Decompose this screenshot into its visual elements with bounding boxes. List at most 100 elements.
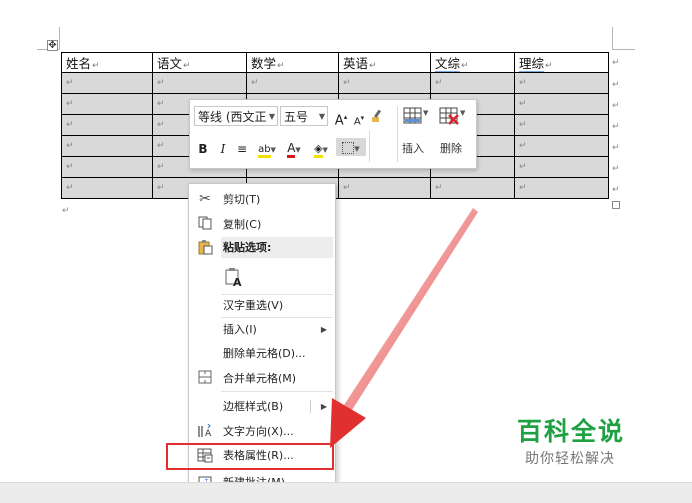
bold-button[interactable]: B — [195, 140, 211, 158]
row-end-mark: ↵ — [612, 122, 620, 132]
paste-text-only-icon: A — [225, 268, 243, 289]
header-cell-chinese[interactable]: 语文↵ — [152, 52, 247, 73]
table-cell[interactable]: ↵ — [514, 72, 609, 94]
insert-table-button[interactable]: ▼ — [400, 106, 432, 132]
menu-separator — [221, 391, 333, 392]
shrink-font-button[interactable]: A▾ — [352, 109, 366, 127]
row-end-mark: ↵ — [612, 58, 620, 68]
menu-item-cut[interactable]: ✂ 剪切(T) — [189, 189, 335, 210]
menu-item-delete-cells[interactable]: 删除单元格(D)... — [189, 343, 335, 364]
menu-separator — [221, 317, 333, 318]
menu-item-label: 粘贴选项: — [223, 241, 272, 254]
menu-item-copy[interactable]: 复制(C) — [189, 214, 335, 235]
font-color-button[interactable]: A▼ — [282, 139, 306, 158]
copy-icon — [197, 216, 213, 232]
mini-toolbar: 等线 (西文正 ▼ 五号 ▼ A▴ A▾ B I ≡ ab▼ A▼ ◈▼ ▼ ▼ — [189, 99, 477, 169]
delete-table-button[interactable]: ▼ — [436, 106, 470, 132]
svg-text:▼: ▼ — [460, 109, 466, 117]
table-cell[interactable]: ↵ — [152, 72, 247, 94]
font-name-value: 等线 (西文正 — [198, 110, 267, 124]
menu-item-border-styles[interactable]: 边框样式(B) ▶ — [189, 396, 335, 417]
shading-button[interactable]: ◈▼ — [308, 139, 334, 158]
insert-label[interactable]: 插入 — [402, 140, 424, 156]
delete-label[interactable]: 删除 — [440, 140, 462, 156]
table-cell[interactable]: ↵ — [430, 72, 515, 94]
menu-item-insert[interactable]: 插入(I) ▶ — [189, 319, 335, 340]
watermark-subtitle: 助你轻松解决 — [525, 451, 615, 467]
highlight-color-button[interactable]: ab▼ — [254, 139, 280, 158]
table-cell[interactable]: ↵ — [246, 72, 339, 94]
menu-item-label: 合并单元格(M) — [223, 372, 297, 385]
borders-button[interactable]: ▼ — [336, 138, 366, 156]
annotation-highlight-box — [166, 443, 334, 470]
delete-table-icon: ▼ — [439, 107, 466, 125]
header-label: 数学 — [251, 56, 277, 71]
header-cell-english[interactable]: 英语↵ — [338, 52, 431, 73]
format-painter-button[interactable] — [369, 108, 387, 126]
menu-item-label: 插入(I) — [223, 323, 257, 336]
row-end-mark: ↵ — [612, 101, 620, 111]
menu-item-label: 剪切(T) — [223, 193, 261, 206]
table-move-handle[interactable]: ✥ — [47, 40, 58, 51]
italic-button[interactable]: I — [215, 140, 231, 158]
row-end-mark: ↵ — [612, 80, 620, 90]
header-cell-liberal-arts[interactable]: 文综↵ — [430, 52, 515, 73]
table-resize-handle[interactable] — [612, 201, 620, 209]
header-cell-name[interactable]: 姓名↵ — [61, 52, 153, 73]
table-cell[interactable]: ↵ — [61, 135, 153, 157]
menu-item-label: 复制(C) — [223, 218, 262, 231]
paste-icon — [197, 239, 213, 255]
toolbar-divider — [397, 106, 398, 162]
table-cell[interactable]: ↵ — [61, 93, 153, 115]
grow-font-icon: A — [334, 113, 344, 129]
paste-text-only-button[interactable]: A — [189, 264, 335, 292]
table-cell[interactable]: ↵ — [430, 177, 515, 199]
table-cell[interactable]: ↵ — [514, 93, 609, 115]
split-divider — [310, 400, 311, 413]
table-cell[interactable]: ↵ — [514, 114, 609, 136]
paragraph-mark: ↵ — [92, 61, 100, 71]
table-cell[interactable]: ↵ — [61, 177, 153, 199]
table-cell[interactable]: ↵ — [514, 135, 609, 157]
font-size-select[interactable]: 五号 ▼ — [280, 106, 328, 126]
grow-font-button[interactable]: A▴ — [333, 108, 349, 129]
borders-icon — [342, 141, 355, 154]
svg-text:A: A — [233, 276, 242, 288]
scissors-icon: ✂ — [199, 191, 211, 207]
table-cell[interactable]: ↵ — [61, 114, 153, 136]
menu-item-label: 文字方向(X)... — [223, 425, 294, 438]
header-cell-science[interactable]: 理综↵ — [514, 52, 609, 73]
table-cell[interactable]: ↵ — [338, 177, 431, 199]
document-page: ✥ 姓名↵ 语文↵ 数学↵ 英语↵ 文综↵ 理综↵ ↵ ↵ ↵ ↵ ↵ ↵ ↵ ↵ ↵ ↵ ↵ ↵ … — [0, 0, 692, 497]
paragraph-mark: ↵ — [369, 61, 377, 71]
menu-item-merge-cells[interactable]: 合并单元格(M) — [189, 368, 335, 389]
menu-item-label: 删除单元格(D)... — [223, 347, 306, 360]
row-end-mark: ↵ — [612, 143, 620, 153]
table-cell[interactable]: ↵ — [514, 156, 609, 178]
menu-item-label: 汉字重选(V) — [223, 299, 284, 312]
table-cell[interactable]: ↵ — [338, 72, 431, 94]
menu-item-text-direction[interactable]: A 文字方向(X)... — [189, 421, 335, 442]
svg-text:▼: ▼ — [423, 109, 429, 117]
table-cell[interactable]: ↵ — [61, 72, 153, 94]
align-button[interactable]: ≡ — [234, 140, 250, 158]
paragraph-mark: ↵ — [277, 61, 285, 71]
text-direction-icon: A — [197, 423, 213, 439]
menu-item-label: 边框样式(B) — [223, 400, 284, 413]
table-header-row: 姓名↵ 语文↵ 数学↵ 英语↵ 文综↵ 理综↵ — [61, 52, 609, 73]
shrink-font-icon: A — [353, 116, 361, 128]
menu-item-reconvert[interactable]: 汉字重选(V) — [189, 295, 335, 316]
header-label: 理综 — [519, 56, 545, 72]
submenu-arrow-icon: ▶ — [320, 325, 327, 334]
font-size-value: 五号 — [284, 110, 309, 124]
row-end-mark: ↵ — [612, 185, 620, 195]
table-cell[interactable]: ↵ — [61, 156, 153, 178]
toolbar-divider — [369, 130, 370, 162]
insert-rows-icon: ▼ — [403, 107, 429, 124]
svg-text:A: A — [205, 429, 212, 439]
table-cell[interactable]: ↵ — [514, 177, 609, 199]
status-bar — [0, 482, 692, 503]
header-cell-math[interactable]: 数学↵ — [246, 52, 339, 73]
font-name-select[interactable]: 等线 (西文正 ▼ — [194, 106, 278, 126]
merge-cells-icon — [197, 370, 213, 386]
